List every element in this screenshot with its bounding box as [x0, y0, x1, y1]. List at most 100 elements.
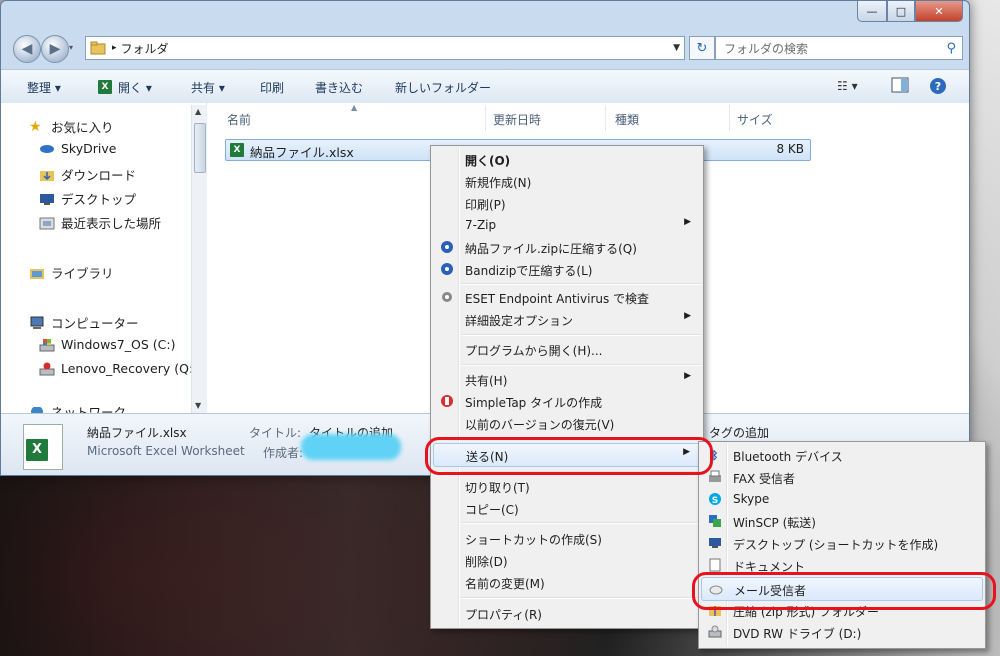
- address-dropdown-icon[interactable]: ▼: [673, 43, 680, 53]
- menu-cut[interactable]: 切り取り(T): [433, 475, 701, 497]
- scroll-up-icon[interactable]: ▲: [195, 107, 201, 116]
- nav-downloads-label: ダウンロード: [61, 168, 137, 183]
- nav-libraries[interactable]: ライブラリ: [29, 263, 114, 282]
- menu-item-label: プログラムから開く(H)...: [465, 344, 603, 358]
- nav-skydrive-label: SkyDrive: [61, 141, 117, 156]
- forward-button[interactable]: ▶: [41, 35, 69, 63]
- sendto-fax[interactable]: FAX 受信者: [701, 466, 983, 488]
- details-tags-value[interactable]: タグの追加: [709, 424, 769, 441]
- breadcrumb-chevron-icon: ▸: [112, 43, 117, 53]
- nav-favorites[interactable]: ★ お気に入り: [29, 117, 114, 136]
- sendto-winscp[interactable]: WinSCP (転送): [701, 510, 983, 532]
- details-file-type: Microsoft Excel Worksheet: [87, 444, 245, 458]
- menu-copy[interactable]: コピー(C): [433, 497, 701, 519]
- maximize-button[interactable]: □: [887, 1, 915, 22]
- search-placeholder: フォルダの検索: [724, 41, 809, 56]
- search-input[interactable]: フォルダの検索 ⚲: [715, 36, 963, 60]
- menu-item-label: FAX 受信者: [733, 472, 796, 486]
- menu-item-label: Bandizipで圧縮する(L): [465, 264, 593, 278]
- desktop-icon: [39, 192, 55, 206]
- nav-drive-q[interactable]: Lenovo_Recovery (Q:: [39, 361, 193, 376]
- menu-item-label: SimpleTap タイルの作成: [465, 396, 603, 410]
- close-button[interactable]: ✕: [915, 1, 963, 22]
- details-file-name: 納品ファイル.xlsx: [87, 426, 187, 440]
- menu-separator: [461, 364, 701, 366]
- excel-icon: X: [98, 80, 112, 94]
- sendto-desktop[interactable]: デスクトップ (ショートカットを作成): [701, 532, 983, 554]
- menu-item-label: WinSCP (転送): [733, 516, 816, 530]
- open-button[interactable]: 開く ▾: [118, 79, 152, 96]
- menu-create-shortcut[interactable]: ショートカットの作成(S): [433, 527, 701, 549]
- skype-icon: S: [707, 491, 723, 507]
- scroll-down-icon[interactable]: ▼: [195, 401, 201, 410]
- menu-open-with[interactable]: プログラムから開く(H)...: [433, 338, 701, 360]
- menu-simpletap[interactable]: SimpleTap タイルの作成: [433, 390, 701, 412]
- menu-eset[interactable]: ESET Endpoint Antivirus で検査: [433, 286, 701, 308]
- back-button[interactable]: ◀: [13, 35, 41, 63]
- nav-downloads[interactable]: ダウンロード: [39, 165, 136, 184]
- column-type[interactable]: 種類: [615, 111, 639, 128]
- menu-item-label: DVD RW ドライブ (D:): [733, 627, 862, 641]
- history-dropdown-icon[interactable]: ▾: [69, 43, 73, 52]
- details-title-label: タイトル:: [249, 426, 302, 440]
- organize-button[interactable]: 整理 ▾: [27, 79, 61, 96]
- address-row: ◀ ▶ ▾ ▸ フォルダ ▼ ↻ フォルダの検索 ⚲: [9, 33, 963, 63]
- view-options-icon[interactable]: ☷ ▾: [837, 79, 858, 93]
- column-divider: [605, 105, 606, 131]
- menu-advanced[interactable]: 詳細設定オプション ▶: [433, 308, 701, 330]
- excel-large-icon: X: [23, 424, 63, 470]
- preview-pane-icon[interactable]: [891, 77, 909, 96]
- column-size[interactable]: サイズ: [737, 111, 773, 128]
- print-button[interactable]: 印刷: [260, 79, 284, 96]
- menu-rename[interactable]: 名前の変更(M): [433, 571, 701, 593]
- bandizip-icon: [439, 261, 455, 277]
- menu-zip-compress[interactable]: 納品ファイル.zipに圧縮する(Q): [433, 236, 701, 258]
- menu-restore[interactable]: 以前のバージョンの復元(V): [433, 412, 701, 434]
- menu-item-label: プロパティ(R): [465, 608, 542, 622]
- menu-item-label: 開く(O): [465, 154, 511, 168]
- eset-icon: [439, 289, 455, 305]
- menu-7zip[interactable]: 7-Zip ▶: [433, 214, 701, 236]
- forward-arrow-icon: ▶: [49, 41, 61, 57]
- details-author-label: 作成者:: [263, 446, 304, 460]
- nav-skydrive[interactable]: SkyDrive: [39, 141, 116, 156]
- fax-icon: [707, 469, 723, 485]
- navigation-scrollbar[interactable]: ▲ ▼: [191, 105, 207, 413]
- menu-bandizip[interactable]: Bandizipで圧縮する(L): [433, 258, 701, 280]
- menu-new[interactable]: 新規作成(N): [433, 170, 701, 192]
- menu-print[interactable]: 印刷(P): [433, 192, 701, 214]
- scrollbar-thumb[interactable]: [194, 123, 206, 173]
- sendto-dvd-drive[interactable]: DVD RW ドライブ (D:): [701, 621, 983, 643]
- menu-properties[interactable]: プロパティ(R): [433, 602, 701, 624]
- highlight-annotation-mail: [692, 572, 996, 610]
- menu-open[interactable]: 開く(O): [433, 148, 701, 170]
- column-name[interactable]: 名前: [227, 111, 251, 128]
- address-bar[interactable]: ▸ フォルダ ▼: [85, 36, 685, 60]
- sendto-bluetooth[interactable]: ᛒ Bluetooth デバイス: [701, 444, 983, 466]
- share-button[interactable]: 共有 ▾: [191, 79, 225, 96]
- simpletap-icon: [439, 393, 455, 409]
- new-folder-button[interactable]: 新しいフォルダー: [395, 79, 491, 96]
- nav-computer-label: コンピューター: [51, 316, 139, 331]
- menu-item-label: 共有(H): [465, 374, 508, 388]
- menu-item-label: Bluetooth デバイス: [733, 450, 843, 464]
- menu-share[interactable]: 共有(H) ▶: [433, 368, 701, 390]
- nav-drive-c[interactable]: Windows7_OS (C:): [39, 337, 175, 352]
- nav-desktop[interactable]: デスクトップ: [39, 189, 136, 208]
- refresh-button[interactable]: ↻: [689, 36, 715, 60]
- menu-item-label: Skype: [733, 492, 770, 506]
- menu-delete[interactable]: 削除(D): [433, 549, 701, 571]
- computer-icon: [29, 316, 45, 330]
- minimize-button[interactable]: —: [857, 1, 887, 22]
- winscp-icon: [707, 513, 723, 529]
- help-icon[interactable]: ?: [929, 77, 947, 98]
- nav-computer[interactable]: コンピューター: [29, 313, 139, 332]
- burn-button[interactable]: 書き込む: [315, 79, 363, 96]
- sendto-skype[interactable]: S Skype: [701, 488, 983, 510]
- menu-separator: [461, 522, 701, 524]
- sort-ascending-icon: ▲: [351, 103, 358, 112]
- column-modified[interactable]: 更新日時: [493, 111, 541, 128]
- recent-places-icon: [39, 216, 55, 230]
- nav-recent[interactable]: 最近表示した場所: [39, 213, 161, 232]
- nav-favorites-label: お気に入り: [51, 120, 114, 135]
